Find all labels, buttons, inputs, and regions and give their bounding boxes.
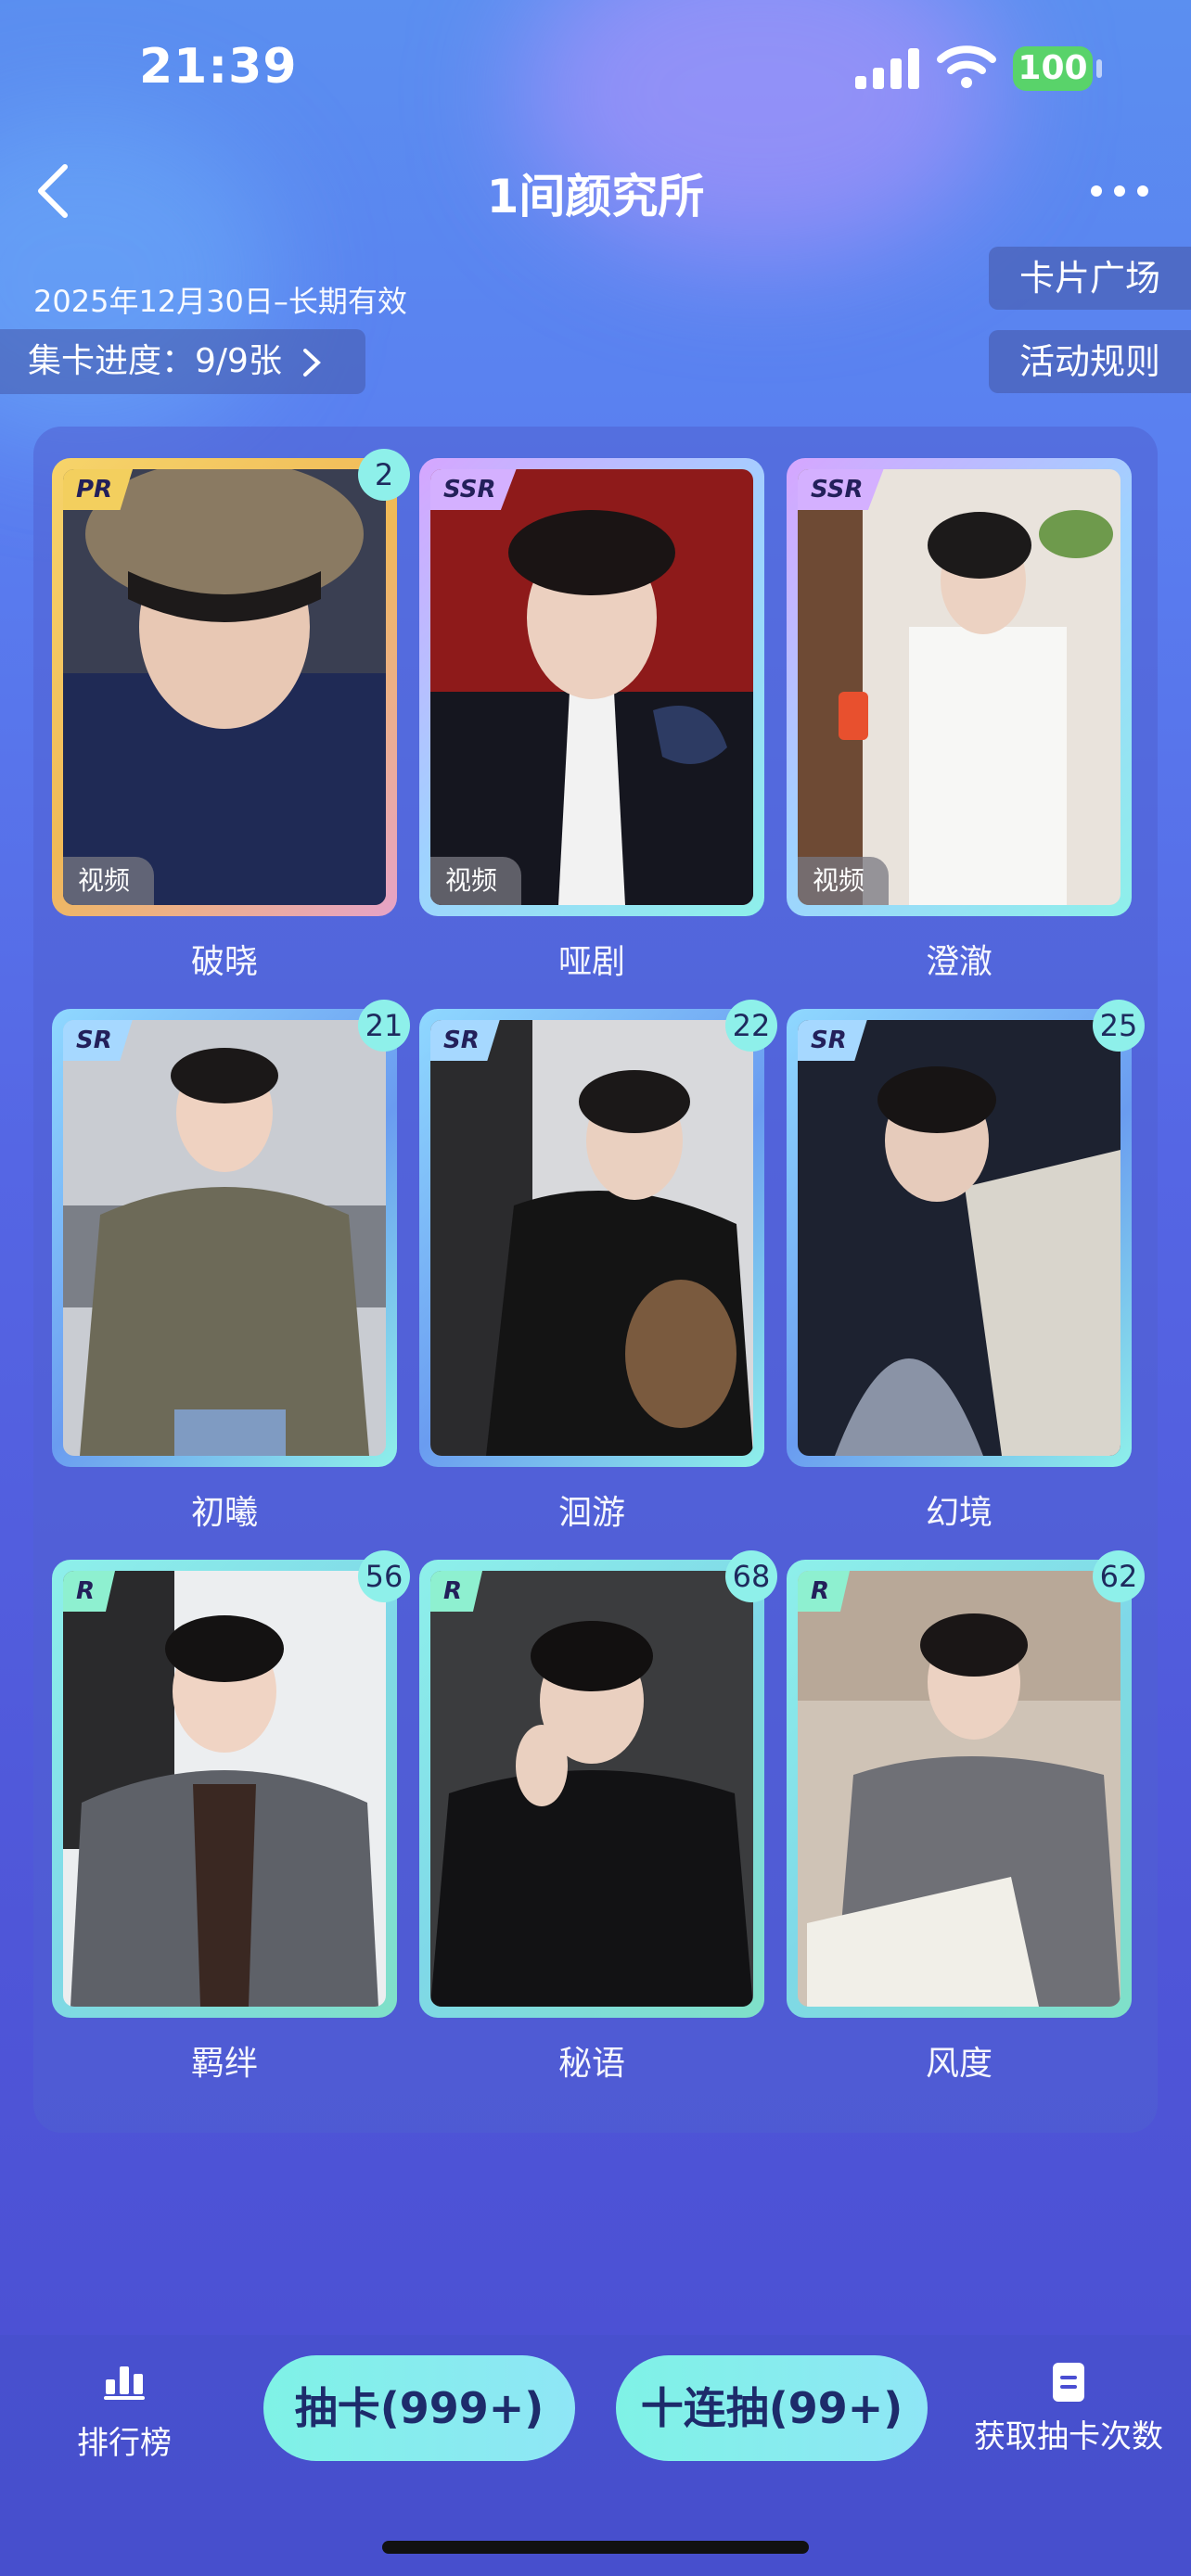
leaderboard-button[interactable]: 排行榜: [63, 2363, 186, 2463]
card-photo: [430, 1571, 753, 2007]
document-icon: [1053, 2363, 1084, 2402]
card-photo: [430, 1020, 753, 1456]
battery-indicator: 100: [1013, 46, 1093, 91]
card-photo: [798, 1571, 1121, 2007]
event-date-range: 2025年12月30日–长期有效: [33, 284, 407, 319]
collection-progress-button[interactable]: 集卡进度：9/9张: [0, 329, 365, 394]
card-ssr-chengche[interactable]: SSR 视频: [787, 458, 1132, 916]
card-sr-huiyou[interactable]: SR: [419, 1009, 764, 1467]
card-photo: [798, 469, 1121, 905]
card-photo: [63, 1571, 386, 2007]
status-time: 21:39: [139, 39, 298, 95]
card-name: 幻境: [925, 1494, 992, 1532]
card-plaza-button[interactable]: 卡片广场: [989, 247, 1191, 310]
card-photo: [798, 1020, 1121, 1456]
status-bar: 21:39 100: [0, 0, 1191, 139]
card-name: 秘语: [557, 2045, 625, 2083]
card-name: 初曦: [190, 1494, 258, 1532]
card-ssr-yaju[interactable]: SSR 视频: [419, 458, 764, 916]
leaderboard-label: 排行榜: [77, 2425, 172, 2462]
card-name: 风度: [925, 2045, 992, 2083]
card-r-jiban[interactable]: R: [52, 1560, 397, 2018]
card-r-fengdu[interactable]: R: [787, 1560, 1132, 2018]
card-photo: [63, 469, 386, 905]
chevron-right-icon: [303, 349, 322, 376]
page-title: 1间颜究所: [486, 170, 705, 223]
card-name: 破晓: [190, 943, 258, 981]
card-name: 洄游: [557, 1494, 625, 1532]
video-tag: 视频: [63, 857, 155, 905]
wifi-icon: [937, 45, 996, 88]
card-photo: [430, 469, 753, 905]
card-sr-chuxi[interactable]: SR: [52, 1009, 397, 1467]
home-indicator: [382, 2541, 809, 2554]
card-count-badge: 22: [725, 1000, 777, 1052]
collection-progress-label: 集卡进度：9/9张: [28, 342, 282, 380]
card-count-badge: 25: [1093, 1000, 1145, 1052]
card-sr-huanjing[interactable]: SR: [787, 1009, 1132, 1467]
signal-icon: [855, 48, 919, 89]
more-dots-icon[interactable]: [1089, 174, 1150, 208]
card-name: 羁绊: [190, 2045, 258, 2083]
card-name: 澄澈: [925, 943, 992, 981]
card-count-badge: 2: [358, 449, 410, 501]
leaderboard-icon: [104, 2366, 145, 2400]
card-count-badge: 56: [358, 1550, 410, 1602]
card-r-miyu[interactable]: R: [419, 1560, 764, 2018]
activity-rules-button[interactable]: 活动规则: [989, 330, 1191, 393]
draw-one-button[interactable]: 抽卡(999+): [263, 2355, 575, 2461]
card-count-badge: 21: [358, 1000, 410, 1052]
card-count-badge: 68: [725, 1550, 777, 1602]
card-pr-poxiao[interactable]: PR 视频: [52, 458, 397, 916]
card-count-badge: 62: [1093, 1550, 1145, 1602]
get-draw-chances-label: 获取抽卡次数: [974, 2418, 1163, 2455]
card-photo: [63, 1020, 386, 1456]
video-tag: 视频: [798, 857, 890, 905]
card-name: 哑剧: [557, 943, 625, 981]
video-tag: 视频: [430, 857, 522, 905]
draw-ten-button[interactable]: 十连抽(99+): [616, 2355, 928, 2461]
get-draw-chances-button[interactable]: 获取抽卡次数: [967, 2363, 1171, 2456]
battery-cap: [1096, 59, 1102, 78]
